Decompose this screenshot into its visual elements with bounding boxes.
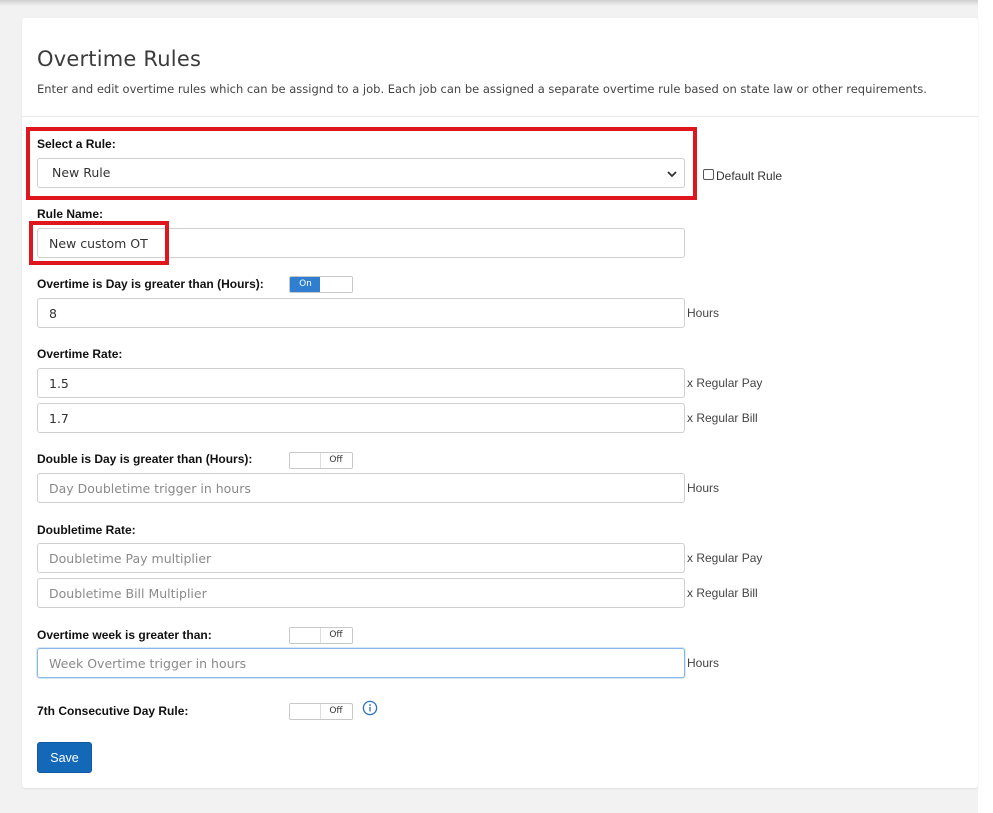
seventh-day-label: 7th Consecutive Day Rule:: [37, 704, 189, 718]
toggle-knob: [290, 628, 321, 643]
default-rule-label: Default Rule: [716, 169, 783, 183]
toggle-knob: [290, 704, 321, 719]
save-button[interactable]: Save: [37, 742, 92, 773]
ot-day-toggle[interactable]: On: [289, 276, 353, 293]
ot-week-toggle[interactable]: Off: [289, 627, 353, 644]
page-title: Overtime Rules: [37, 47, 202, 71]
double-bill-input[interactable]: [37, 578, 685, 608]
double-day-hours-input[interactable]: [37, 473, 685, 503]
default-rule-option[interactable]: Default Rule: [703, 166, 782, 183]
toggle-knob: [320, 277, 352, 292]
rule-name-label: Rule Name:: [37, 207, 104, 221]
double-pay-suffix: x Regular Pay: [687, 551, 763, 565]
ot-day-suffix: Hours: [687, 306, 720, 320]
seventh-day-toggle[interactable]: Off: [289, 703, 353, 720]
double-rate-label: Doubletime Rate:: [37, 523, 136, 537]
double-day-toggle[interactable]: Off: [289, 452, 353, 469]
double-day-suffix: Hours: [687, 481, 720, 495]
top-shadow: [0, 0, 978, 6]
toggle-off-label: Off: [329, 455, 343, 465]
toggle-off-label: Off: [329, 630, 343, 640]
double-day-label: Double is Day is greater than (Hours):: [37, 452, 253, 466]
double-pay-input[interactable]: [37, 543, 685, 573]
ot-pay-rate-input[interactable]: [37, 368, 685, 398]
rule-name-highlight: [29, 221, 169, 265]
ot-day-label: Overtime is Day is greater than (Hours):: [37, 277, 264, 291]
toggle-on-label: On: [290, 277, 321, 292]
ot-pay-suffix: x Regular Pay: [687, 376, 763, 390]
ot-bill-suffix: x Regular Bill: [687, 411, 758, 425]
toggle-knob: [290, 453, 321, 468]
right-strip: [978, 0, 993, 813]
default-rule-checkbox[interactable]: [703, 169, 714, 180]
ot-rate-label: Overtime Rate:: [37, 347, 123, 361]
double-bill-suffix: x Regular Bill: [687, 586, 758, 600]
ot-week-hours-input[interactable]: [37, 648, 685, 678]
ot-day-hours-input[interactable]: [37, 298, 685, 328]
info-icon[interactable]: [362, 700, 378, 716]
page-subtitle: Enter and edit overtime rules which can …: [37, 82, 927, 96]
ot-bill-rate-input[interactable]: [37, 403, 685, 433]
toggle-off-label: Off: [329, 706, 343, 716]
ot-week-label: Overtime week is greater than:: [37, 628, 212, 642]
divider: [22, 116, 978, 117]
select-rule-highlight: [26, 127, 697, 200]
ot-week-suffix: Hours: [687, 656, 720, 670]
